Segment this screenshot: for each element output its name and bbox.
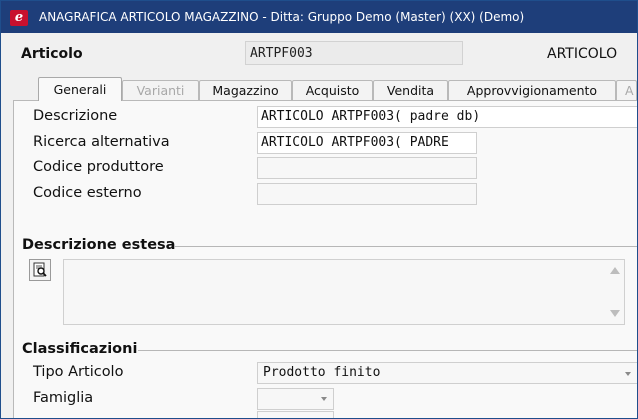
- preview-document-button[interactable]: [29, 259, 51, 281]
- chevron-down-icon: [321, 397, 327, 401]
- app-window: e ANAGRAFICA ARTICOLO MAGAZZINO - Ditta:…: [0, 0, 638, 419]
- descrizione-estesa-textarea[interactable]: [63, 259, 625, 325]
- tipo-articolo-value: Prodotto finito: [263, 365, 381, 380]
- tab-varianti: Varianti: [122, 80, 199, 100]
- section-divider: [174, 246, 637, 247]
- section-divider: [138, 350, 637, 351]
- ricerca-alternativa-label: Ricerca alternativa: [33, 134, 170, 150]
- ricerca-alternativa-field[interactable]: ARTICOLO ARTPF003( PADRE: [257, 132, 477, 154]
- chevron-down-icon: [625, 372, 631, 376]
- tab-vendita[interactable]: Vendita: [373, 80, 448, 100]
- generali-panel: Descrizione ARTICOLO ARTPF003( padre db)…: [13, 100, 637, 418]
- app-logo-icon: e: [10, 10, 28, 26]
- codice-produttore-field[interactable]: [257, 157, 477, 179]
- tab-bar: Generali Varianti Magazzino Acquisto Ven…: [1, 77, 637, 101]
- preview-document-icon: [33, 262, 47, 277]
- scroll-up-icon[interactable]: [610, 267, 620, 274]
- descrizione-label: Descrizione: [33, 108, 118, 124]
- articolo-description-header: ARTICOLO: [547, 46, 618, 62]
- tab-approvvigionamento[interactable]: Approvvigionamento: [448, 80, 616, 100]
- codice-produttore-label: Codice produttore: [33, 159, 164, 175]
- tipo-articolo-label: Tipo Articolo: [33, 364, 124, 380]
- articolo-label: Articolo: [21, 46, 83, 62]
- descrizione-field[interactable]: ARTICOLO ARTPF003( padre db): [257, 106, 637, 128]
- next-field[interactable]: [257, 411, 334, 418]
- window-title: ANAGRAFICA ARTICOLO MAGAZZINO - Ditta: G…: [39, 10, 525, 24]
- tab-overflow: A: [616, 80, 637, 100]
- tab-generali[interactable]: Generali: [38, 77, 122, 101]
- article-header: Articolo ARTPF003 ARTICOLO: [1, 34, 637, 76]
- articolo-code-field[interactable]: ARTPF003: [245, 41, 463, 65]
- codice-esterno-label: Codice esterno: [33, 185, 142, 201]
- descrizione-estesa-title: Descrizione estesa: [22, 237, 176, 253]
- scroll-down-icon[interactable]: [610, 310, 620, 317]
- tipo-articolo-select[interactable]: Prodotto finito: [257, 362, 637, 384]
- classificazioni-title: Classificazioni: [22, 341, 138, 357]
- famiglia-label: Famiglia: [33, 390, 94, 406]
- famiglia-select[interactable]: [257, 388, 334, 410]
- tab-magazzino[interactable]: Magazzino: [199, 80, 292, 100]
- codice-esterno-field[interactable]: [257, 183, 477, 205]
- tab-acquisto[interactable]: Acquisto: [292, 80, 373, 100]
- title-bar: e ANAGRAFICA ARTICOLO MAGAZZINO - Ditta:…: [1, 1, 637, 33]
